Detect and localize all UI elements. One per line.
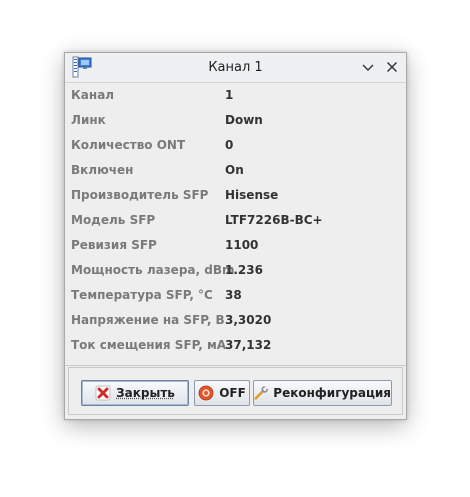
field-label: Температура SFP, °C: [71, 288, 213, 302]
field-row-sfp-bias-current: Ток смещения SFP, мА 37,132: [65, 333, 406, 358]
divider: [65, 365, 406, 366]
field-label: Производитель SFP: [71, 188, 209, 202]
reconfigure-button[interactable]: Реконфигурация: [253, 380, 392, 406]
field-value: Down: [225, 113, 263, 127]
field-value: 37,132: [225, 338, 272, 352]
close-button[interactable]: Закрыть: [81, 380, 189, 406]
field-value: 0: [225, 138, 234, 152]
field-row-ont-count: Количество ONT 0: [65, 133, 406, 158]
field-row-link: Линк Down: [65, 108, 406, 133]
button-panel: Закрыть OFF Реконфигурация: [68, 367, 403, 415]
field-value: Hisense: [225, 188, 279, 202]
red-x-icon: [95, 385, 111, 401]
title-bar[interactable]: Канал 1: [65, 53, 406, 83]
field-row-sfp-vendor: Производитель SFP Hisense: [65, 183, 406, 208]
field-value: LTF7226B-BC+: [225, 213, 323, 227]
minimize-chevron-icon[interactable]: [359, 58, 377, 76]
close-button-label: Закрыть: [116, 386, 175, 400]
field-label: Включен: [71, 163, 134, 177]
field-label: Мощность лазера, dBm: [71, 263, 235, 277]
field-label: Ревизия SFP: [71, 238, 157, 252]
close-icon[interactable]: [383, 58, 401, 76]
field-value: On: [225, 163, 244, 177]
field-label: Количество ONT: [71, 138, 186, 152]
field-value: 3,3020: [225, 313, 272, 327]
wrench-icon: [254, 386, 269, 400]
field-row-channel: Канал 1: [65, 83, 406, 108]
field-value: 1.236: [225, 263, 263, 277]
reconfigure-button-label: Реконфигурация: [273, 386, 391, 400]
field-label: Модель SFP: [71, 213, 156, 227]
off-button-label: OFF: [219, 386, 246, 400]
field-value: 1100: [225, 238, 259, 252]
field-row-sfp-temperature: Температура SFP, °C 38: [65, 283, 406, 308]
field-value: 38: [225, 288, 242, 302]
power-button-icon: [198, 385, 214, 401]
channel-dialog: Канал 1 Канал 1 Линк Down Количество ONT…: [64, 52, 407, 420]
window-title: Канал 1: [208, 60, 263, 75]
field-row-sfp-voltage: Напряжение на SFP, В 3,3020: [65, 308, 406, 333]
field-row-sfp-revision: Ревизия SFP 1100: [65, 233, 406, 258]
field-label: Ток смещения SFP, мА: [71, 338, 227, 352]
field-row-laser-power: Мощность лазера, dBm 1.236: [65, 258, 406, 283]
field-label: Линк: [71, 113, 106, 127]
off-button[interactable]: OFF: [194, 380, 250, 406]
field-row-enabled: Включен On: [65, 158, 406, 183]
field-value: 1: [225, 88, 234, 102]
field-label: Канал: [71, 88, 115, 102]
field-label: Напряжение на SFP, В: [71, 313, 225, 327]
field-row-sfp-model: Модель SFP LTF7226B-BC+: [65, 208, 406, 233]
